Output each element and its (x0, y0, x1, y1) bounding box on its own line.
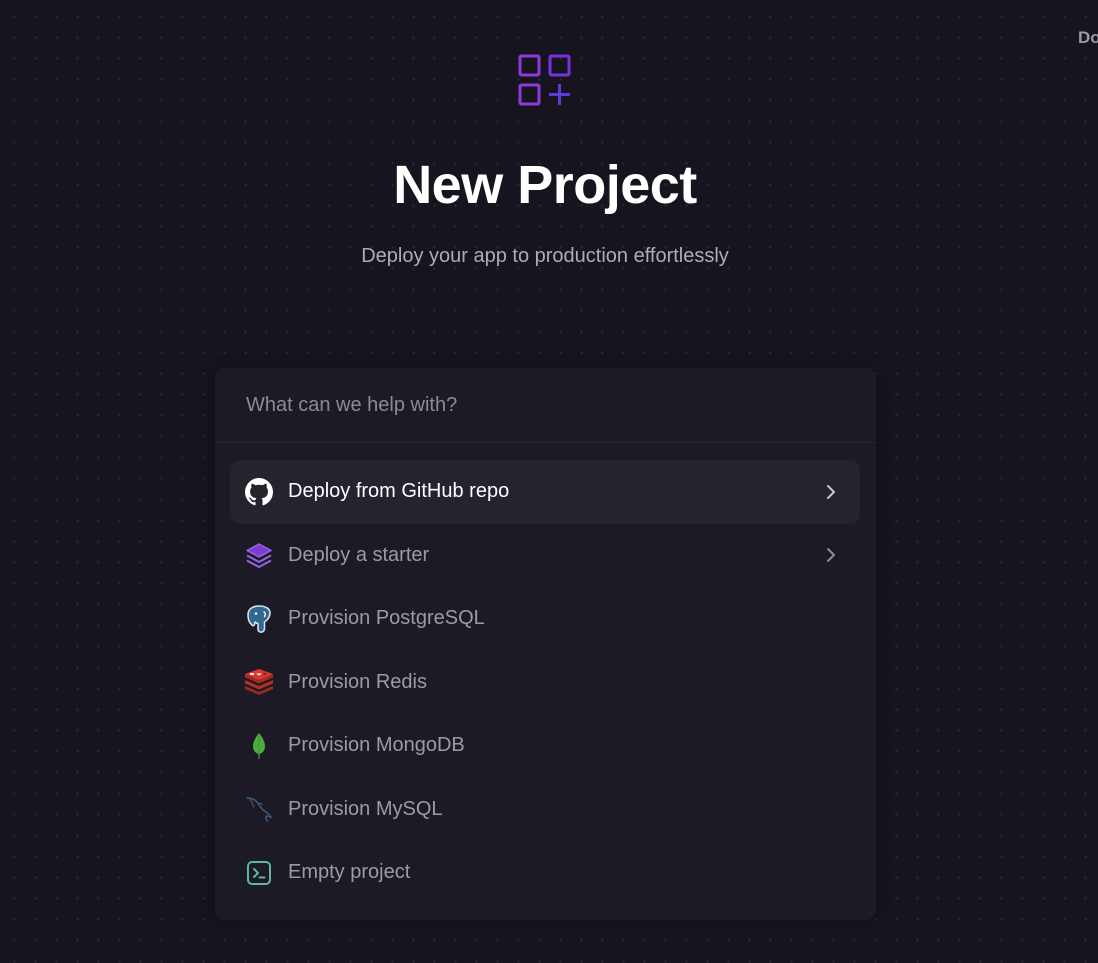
menu-item-label: Provision PostgreSQL (288, 607, 485, 630)
page-title: New Project (393, 155, 697, 215)
deploy-github-item[interactable]: Deploy from GitHub repo (230, 460, 860, 524)
mongodb-icon (244, 731, 274, 761)
menu-item-label: Provision MySQL (288, 797, 443, 820)
terminal-icon (244, 858, 274, 888)
menu-item-label: Provision Redis (288, 670, 427, 693)
page-subtitle: Deploy your app to production effortless… (361, 245, 729, 267)
deploy-starter-item[interactable]: Deploy a starter (230, 524, 860, 588)
docs-link[interactable]: Docs (1078, 28, 1098, 48)
github-icon (244, 477, 274, 507)
postgresql-icon (244, 604, 274, 634)
provision-redis-item[interactable]: Provision Redis (230, 651, 860, 715)
search-bar (215, 368, 876, 443)
new-project-panel: Deploy from GitHub repo Deploy a starter (215, 368, 876, 920)
menu-item-label: Deploy from GitHub repo (288, 480, 510, 503)
empty-project-item[interactable]: Empty project (230, 841, 860, 905)
menu-item-label: Empty project (288, 861, 411, 884)
redis-icon (244, 667, 274, 697)
chevron-right-icon (827, 484, 835, 499)
provision-mysql-item[interactable]: Provision MySQL (230, 778, 860, 842)
provision-postgresql-item[interactable]: Provision PostgreSQL (230, 587, 860, 651)
options-list: Deploy from GitHub repo Deploy a starter (230, 460, 860, 905)
layers-icon (244, 540, 274, 570)
provision-mongodb-item[interactable]: Provision MongoDB (230, 714, 860, 778)
menu-item-label: Deploy a starter (288, 543, 430, 566)
search-input[interactable] (215, 393, 876, 417)
mysql-icon (244, 794, 274, 824)
new-project-logo-icon (518, 54, 572, 108)
menu-item-label: Provision MongoDB (288, 734, 465, 757)
chevron-right-icon (827, 548, 835, 563)
